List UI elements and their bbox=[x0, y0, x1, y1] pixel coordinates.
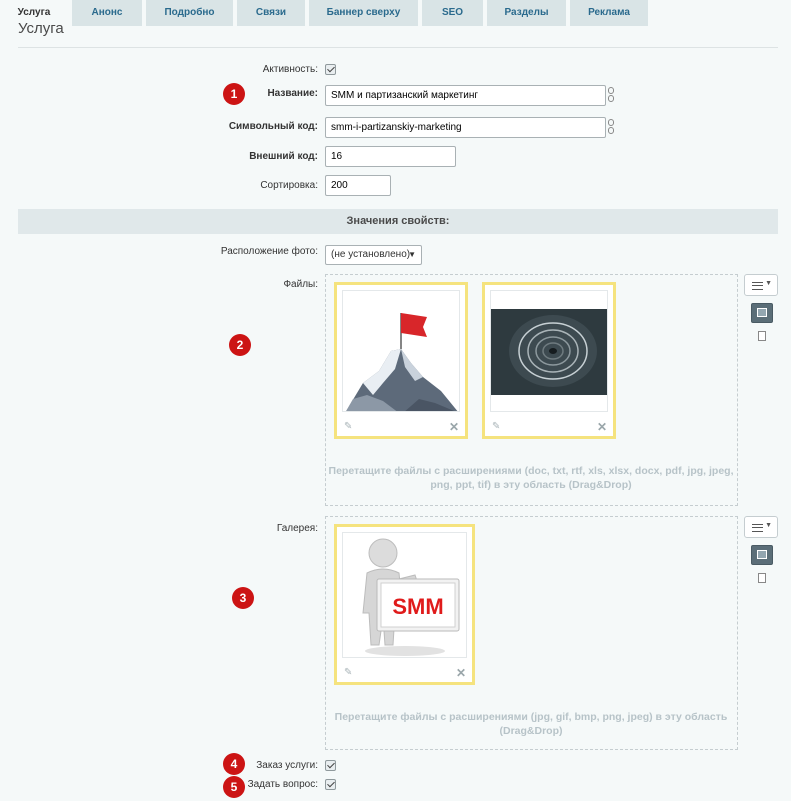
tab-banner[interactable]: Баннер сверху bbox=[309, 0, 418, 26]
mountain-flag-image bbox=[342, 290, 460, 412]
gallery-dropzone-hint: Перетащите файлы с расширениями (jpg, gi… bbox=[334, 711, 728, 737]
code-label: Символьный код: bbox=[228, 121, 318, 132]
order-label: Заказ услуги: bbox=[256, 760, 318, 771]
name-input[interactable]: SMM и партизанский маркетинг bbox=[325, 85, 606, 106]
close-icon[interactable]: ✕ bbox=[456, 666, 466, 680]
menu-icon bbox=[752, 282, 763, 290]
order-checkbox[interactable] bbox=[325, 760, 336, 771]
badge-3: 3 bbox=[232, 587, 254, 609]
files-menu-button[interactable]: ▼ bbox=[744, 274, 778, 296]
tab-svyazi[interactable]: Связи bbox=[237, 0, 305, 26]
dropdown-arrow-icon: ▼ bbox=[408, 250, 416, 259]
pencil-icon[interactable]: ✎ bbox=[492, 421, 500, 432]
sort-label: Сортировка: bbox=[260, 180, 318, 191]
tab-bar: Услуга Анонс Подробно Связи Баннер сверх… bbox=[0, 0, 791, 26]
file-card[interactable]: ✎ ✕ bbox=[334, 282, 468, 439]
link-icon[interactable] bbox=[608, 119, 615, 135]
image-icon[interactable] bbox=[751, 545, 773, 565]
badge-2: 2 bbox=[229, 334, 251, 356]
sort-input[interactable]: 200 bbox=[325, 175, 391, 196]
tab-razdely[interactable]: Разделы bbox=[487, 0, 566, 26]
close-icon[interactable]: ✕ bbox=[597, 420, 607, 434]
tab-anons[interactable]: Анонс bbox=[72, 0, 142, 26]
gallery-label: Галерея: bbox=[276, 523, 318, 534]
name-label: Название: bbox=[267, 88, 318, 99]
badge-5: 5 bbox=[223, 776, 245, 798]
menu-icon bbox=[752, 524, 763, 532]
badge-1: 1 bbox=[223, 83, 245, 105]
image-icon[interactable] bbox=[751, 303, 773, 323]
spiral-staircase-image bbox=[490, 290, 608, 412]
files-dropzone-hint: Перетащите файлы с расширениями (doc, tx… bbox=[328, 465, 734, 491]
close-icon[interactable]: ✕ bbox=[449, 420, 459, 434]
question-label: Задать вопрос: bbox=[247, 779, 318, 790]
document-icon[interactable] bbox=[758, 331, 766, 341]
gallery-menu-button[interactable]: ▼ bbox=[744, 516, 778, 538]
properties-header: Значения свойств: bbox=[18, 209, 778, 234]
gallery-card[interactable]: SMM ✎ ✕ bbox=[334, 524, 475, 685]
file-card[interactable]: ✎ ✕ bbox=[482, 282, 616, 439]
pencil-icon[interactable]: ✎ bbox=[344, 667, 352, 678]
chevron-down-icon: ▼ bbox=[765, 280, 772, 287]
ext-code-label: Внешний код: bbox=[249, 151, 318, 162]
divider bbox=[18, 47, 778, 48]
link-icon[interactable] bbox=[608, 87, 615, 103]
tab-seo[interactable]: SEO bbox=[422, 0, 483, 26]
photo-position-value: (не установлено) bbox=[331, 249, 411, 260]
question-checkbox[interactable] bbox=[325, 779, 336, 790]
pencil-icon[interactable]: ✎ bbox=[344, 421, 352, 432]
chevron-down-icon: ▼ bbox=[765, 522, 772, 529]
active-checkbox[interactable] bbox=[325, 64, 336, 75]
photo-position-label: Расположение фото: bbox=[220, 246, 318, 257]
badge-4: 4 bbox=[223, 753, 245, 775]
tab-podrobno[interactable]: Подробно bbox=[146, 0, 233, 26]
photo-position-select[interactable]: (не установлено) ▼ bbox=[325, 245, 422, 265]
section-title: Услуга bbox=[18, 20, 64, 37]
tab-reklama[interactable]: Реклама bbox=[570, 0, 648, 26]
document-icon[interactable] bbox=[758, 573, 766, 583]
ext-code-input[interactable]: 16 bbox=[325, 146, 456, 167]
code-input[interactable]: smm-i-partizanskiy-marketing bbox=[325, 117, 606, 138]
active-label: Активность: bbox=[262, 64, 318, 75]
smm-person-image: SMM bbox=[342, 532, 467, 658]
files-label: Файлы: bbox=[283, 279, 318, 290]
smm-text: SMM bbox=[392, 594, 443, 619]
